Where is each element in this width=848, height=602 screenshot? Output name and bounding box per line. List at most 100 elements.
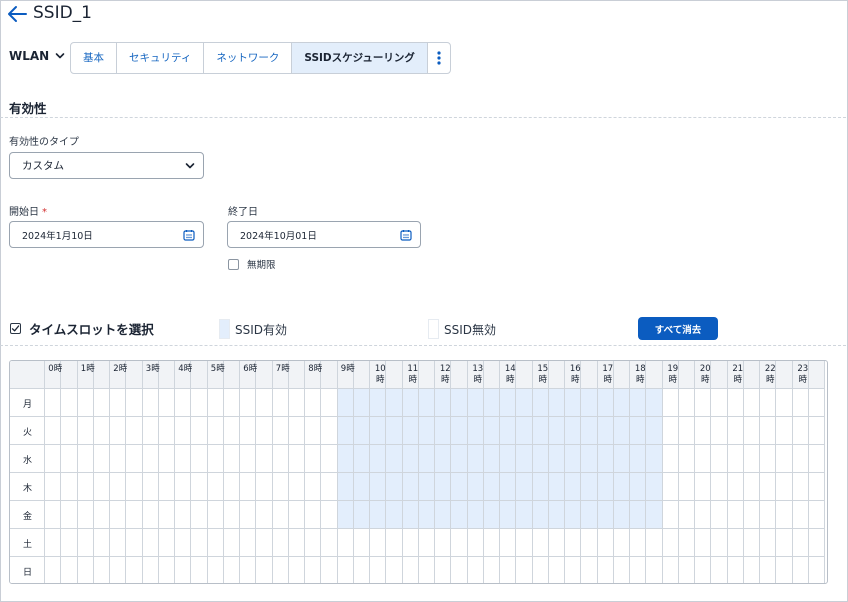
time-slot-cell[interactable] [386, 529, 403, 557]
time-slot-cell[interactable] [126, 529, 143, 557]
time-slot-cell[interactable] [175, 445, 192, 473]
time-slot-cell[interactable] [288, 557, 305, 583]
time-slot-cell[interactable] [808, 529, 825, 557]
time-slot-cell[interactable] [93, 445, 110, 473]
time-slot-cell[interactable] [727, 445, 744, 473]
time-slot-cell[interactable] [760, 501, 777, 529]
time-slot-cell[interactable] [483, 557, 500, 583]
time-slot-cell[interactable] [402, 445, 419, 473]
time-slot-cell[interactable] [630, 473, 647, 501]
time-slot-cell[interactable] [191, 501, 208, 529]
time-slot-cell[interactable] [597, 445, 614, 473]
time-slot-cell[interactable] [500, 389, 517, 417]
time-slot-cell[interactable] [288, 529, 305, 557]
time-slot-cell[interactable] [727, 417, 744, 445]
time-slot-cell[interactable] [321, 501, 338, 529]
time-slot-cell[interactable] [110, 473, 127, 501]
time-slot-cell[interactable] [370, 557, 387, 583]
time-slot-cell[interactable] [272, 389, 289, 417]
time-slot-cell[interactable] [776, 501, 793, 529]
time-slot-cell[interactable] [418, 417, 435, 445]
time-slot-cell[interactable] [191, 417, 208, 445]
time-slot-cell[interactable] [646, 473, 663, 501]
time-slot-cell[interactable] [337, 529, 354, 557]
time-slot-cell[interactable] [223, 473, 240, 501]
time-slot-cell[interactable] [321, 389, 338, 417]
time-slot-cell[interactable] [467, 473, 484, 501]
time-slot-cell[interactable] [321, 445, 338, 473]
time-slot-cell[interactable] [711, 417, 728, 445]
time-slot-cell[interactable] [743, 445, 760, 473]
time-slot-cell[interactable] [45, 529, 62, 557]
time-slot-cell[interactable] [711, 473, 728, 501]
time-slot-cell[interactable] [548, 501, 565, 529]
time-slot-cell[interactable] [240, 417, 257, 445]
time-slot-cell[interactable] [337, 417, 354, 445]
time-slot-cell[interactable] [175, 557, 192, 583]
time-slot-cell[interactable] [61, 501, 78, 529]
time-slot-cell[interactable] [808, 501, 825, 529]
time-slot-cell[interactable] [467, 389, 484, 417]
time-slot-cell[interactable] [808, 445, 825, 473]
time-slot-cell[interactable] [597, 501, 614, 529]
time-slot-cell[interactable] [126, 445, 143, 473]
time-slot-cell[interactable] [288, 389, 305, 417]
time-slot-cell[interactable] [77, 389, 94, 417]
time-slot-cell[interactable] [77, 473, 94, 501]
time-slot-cell[interactable] [418, 445, 435, 473]
time-slot-cell[interactable] [110, 557, 127, 583]
time-slot-cell[interactable] [630, 445, 647, 473]
time-slot-cell[interactable] [418, 501, 435, 529]
timeslot-checkbox[interactable] [10, 323, 21, 334]
time-slot-cell[interactable] [418, 473, 435, 501]
time-slot-cell[interactable] [142, 557, 159, 583]
time-slot-cell[interactable] [256, 389, 273, 417]
time-slot-cell[interactable] [483, 445, 500, 473]
time-slot-cell[interactable] [370, 501, 387, 529]
time-slot-cell[interactable] [743, 557, 760, 583]
time-slot-cell[interactable] [597, 529, 614, 557]
time-slot-cell[interactable] [451, 529, 468, 557]
time-slot-cell[interactable] [776, 473, 793, 501]
time-slot-cell[interactable] [711, 557, 728, 583]
time-slot-cell[interactable] [743, 473, 760, 501]
time-slot-cell[interactable] [662, 557, 679, 583]
time-slot-cell[interactable] [142, 529, 159, 557]
time-slot-cell[interactable] [61, 389, 78, 417]
time-slot-cell[interactable] [45, 389, 62, 417]
time-slot-cell[interactable] [207, 557, 224, 583]
time-slot-cell[interactable] [792, 445, 809, 473]
time-slot-cell[interactable] [321, 473, 338, 501]
time-slot-cell[interactable] [678, 445, 695, 473]
time-slot-cell[interactable] [808, 417, 825, 445]
time-slot-cell[interactable] [451, 473, 468, 501]
time-slot-cell[interactable] [532, 529, 549, 557]
time-slot-cell[interactable] [743, 389, 760, 417]
time-slot-cell[interactable] [386, 389, 403, 417]
time-slot-cell[interactable] [500, 473, 517, 501]
time-slot-cell[interactable] [305, 557, 322, 583]
time-slot-cell[interactable] [370, 445, 387, 473]
time-slot-cell[interactable] [711, 529, 728, 557]
time-slot-cell[interactable] [402, 389, 419, 417]
time-slot-cell[interactable] [207, 389, 224, 417]
time-slot-cell[interactable] [256, 417, 273, 445]
time-slot-cell[interactable] [630, 529, 647, 557]
time-slot-cell[interactable] [402, 473, 419, 501]
time-slot-cell[interactable] [662, 529, 679, 557]
time-slot-cell[interactable] [500, 417, 517, 445]
time-slot-cell[interactable] [353, 557, 370, 583]
time-slot-cell[interactable] [158, 529, 175, 557]
time-slot-cell[interactable] [353, 445, 370, 473]
time-slot-cell[interactable] [435, 473, 452, 501]
time-slot-cell[interactable] [613, 473, 630, 501]
calendar-icon[interactable] [183, 229, 195, 241]
time-slot-cell[interactable] [191, 529, 208, 557]
time-slot-cell[interactable] [760, 445, 777, 473]
time-slot-cell[interactable] [370, 473, 387, 501]
time-slot-cell[interactable] [662, 389, 679, 417]
time-slot-cell[interactable] [191, 389, 208, 417]
time-slot-cell[interactable] [451, 557, 468, 583]
time-slot-cell[interactable] [435, 557, 452, 583]
time-slot-cell[interactable] [597, 389, 614, 417]
